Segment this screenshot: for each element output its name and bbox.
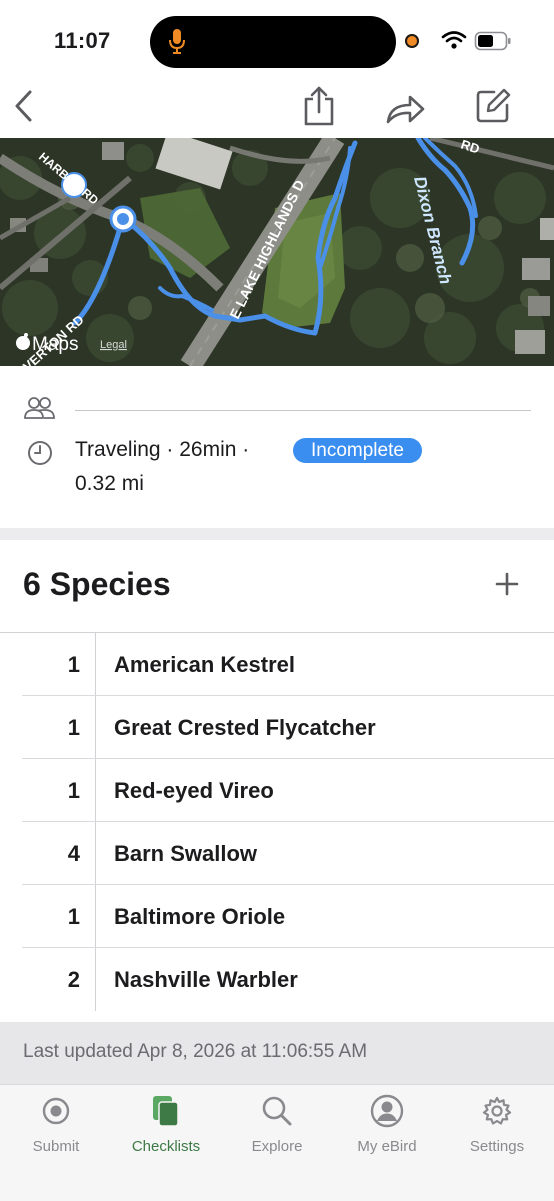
species-row[interactable]: 1 Baltimore Oriole — [0, 885, 554, 948]
species-row[interactable]: 1 Red-eyed Vireo — [0, 759, 554, 822]
observers-icon — [24, 397, 55, 419]
species-count: 1 — [67, 715, 80, 740]
species-row[interactable]: 1 American Kestrel — [0, 633, 554, 696]
species-count: 2 — [67, 967, 80, 992]
tab-settings[interactable]: Settings — [442, 1093, 552, 1163]
edit-icon — [476, 88, 511, 123]
species-row[interactable]: 1 Great Crested Flycatcher — [0, 696, 554, 759]
tab-label: Explore — [251, 1138, 303, 1155]
species-name: Great Crested Flycatcher — [114, 715, 376, 740]
last-updated-text: Last updated Apr 8, 2026 at 11:06:55 AM — [23, 1041, 368, 1062]
clock-icon — [28, 441, 52, 465]
battery-icon — [474, 31, 511, 51]
edit-button[interactable] — [469, 82, 517, 130]
section-separator — [0, 528, 554, 540]
profile-icon — [370, 1094, 404, 1128]
trip-distance: 0.32 mi — [75, 472, 144, 495]
checklists-icon — [153, 1096, 179, 1127]
species-row[interactable]: 4 Barn Swallow — [0, 822, 554, 885]
observers-divider — [75, 410, 531, 411]
add-species-button[interactable] — [489, 566, 525, 602]
tab-label: My eBird — [357, 1138, 417, 1155]
tab-label: Submit — [32, 1138, 80, 1155]
tab-checklists[interactable]: Checklists — [111, 1093, 221, 1163]
species-count: 1 — [67, 652, 80, 677]
column-divider — [95, 885, 96, 948]
species-name: Nashville Warbler — [114, 967, 298, 992]
submit-icon — [42, 1097, 70, 1125]
species-list: 1 American Kestrel 1 Great Crested Flyca… — [0, 633, 554, 1011]
species-count: 4 — [67, 841, 80, 866]
tab-my-ebird[interactable]: My eBird — [332, 1093, 442, 1163]
forward-arrow-icon — [386, 95, 425, 124]
column-divider — [95, 633, 96, 696]
tab-submit[interactable]: Submit — [1, 1093, 111, 1163]
species-name: Barn Swallow — [114, 841, 258, 866]
status-badge[interactable]: Incomplete — [293, 438, 422, 463]
recording-indicator-icon — [405, 34, 419, 48]
column-divider — [95, 948, 96, 1011]
species-count: 1 — [67, 904, 80, 929]
back-button[interactable] — [0, 82, 48, 130]
checklist-info: Traveling · 26min · Incomplete 0.32 mi — [0, 366, 554, 528]
column-divider — [95, 822, 96, 885]
tab-explore[interactable]: Explore — [222, 1093, 332, 1163]
dynamic-island — [150, 16, 396, 68]
tab-bar: Submit Checklists Explore My eBird Setti… — [0, 1084, 554, 1201]
tab-label: Checklists — [131, 1138, 201, 1155]
share-icon — [304, 86, 334, 126]
wifi-icon — [441, 31, 467, 49]
navigation-bar — [0, 82, 554, 138]
tab-label: Settings — [469, 1138, 525, 1155]
status-bar: 11:07 — [0, 0, 554, 82]
last-updated-bar: Last updated Apr 8, 2026 at 11:06:55 AM — [0, 1022, 554, 1084]
species-header: 6 Species — [0, 540, 554, 633]
species-name: Red-eyed Vireo — [114, 778, 274, 803]
species-name: American Kestrel — [114, 652, 295, 677]
species-count: 1 — [67, 778, 80, 803]
search-icon — [262, 1096, 292, 1126]
microphone-icon — [169, 29, 185, 54]
status-time: 11:07 — [54, 28, 111, 53]
trip-summary: Traveling · 26min · — [75, 438, 250, 461]
plus-icon — [495, 572, 519, 596]
map-satellite-view: HARBOR RD RIVERTON RD E LAKE HIGHLANDS D… — [0, 138, 554, 366]
column-divider — [95, 759, 96, 822]
column-divider — [95, 696, 96, 759]
gear-icon — [482, 1096, 512, 1125]
maps-attribution: Maps — [32, 334, 78, 355]
species-row[interactable]: 2 Nashville Warbler — [0, 948, 554, 1011]
forward-button[interactable] — [381, 84, 429, 132]
species-count-title: 6 Species — [23, 566, 171, 602]
species-name: Baltimore Oriole — [114, 904, 286, 929]
legal-link[interactable]: Legal — [100, 339, 127, 351]
share-button[interactable] — [295, 82, 343, 130]
chevron-left-icon — [15, 90, 32, 122]
route-map[interactable]: HARBOR RD RIVERTON RD E LAKE HIGHLANDS D… — [0, 138, 554, 366]
